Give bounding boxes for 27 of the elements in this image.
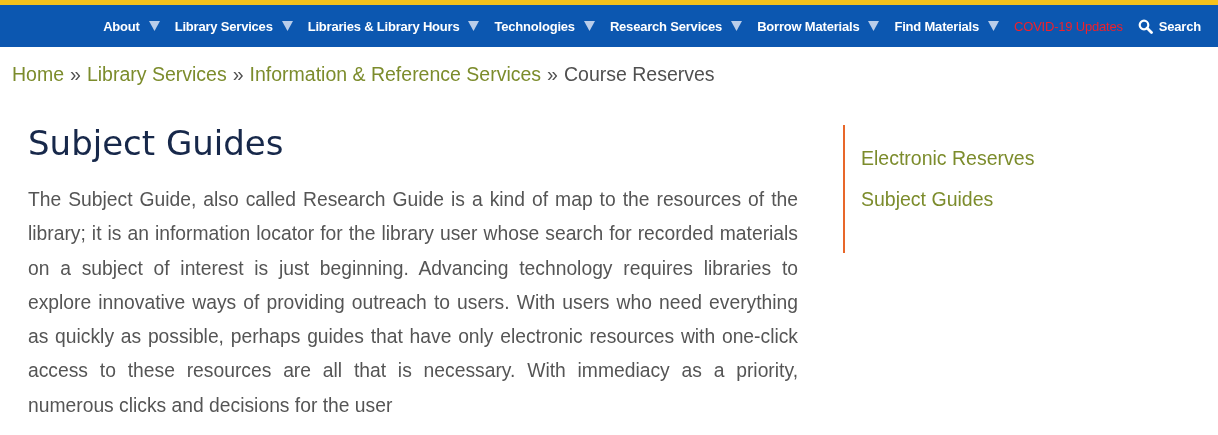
- sidebar-link[interactable]: Electronic Reserves: [861, 143, 1035, 174]
- caret-icon: [868, 21, 880, 31]
- nav-menu-item[interactable]: Technologies: [486, 15, 602, 37]
- breadcrumb-link[interactable]: Home: [12, 63, 65, 86]
- nav-menu-item[interactable]: Research Services: [601, 15, 750, 37]
- breadcrumb-link[interactable]: Library Services: [86, 63, 227, 86]
- breadcrumb-current: Course Reserves: [563, 63, 715, 86]
- page-heading: Subject Guides: [28, 122, 285, 165]
- caret-icon: [148, 21, 160, 31]
- nav-menu-item[interactable]: Libraries & Library Hours: [299, 15, 487, 37]
- nav-menu-item[interactable]: Library Services: [166, 15, 300, 37]
- caret-icon: [281, 21, 293, 31]
- breadcrumb-separator: »: [547, 63, 558, 86]
- nav-menu-item[interactable]: About: [95, 15, 167, 37]
- breadcrumb-separator: »: [232, 63, 244, 86]
- sidebar-link[interactable]: Subject Guides: [861, 184, 1035, 215]
- nav-menu-item[interactable]: Borrow Materials: [749, 15, 887, 37]
- nav-menu-item[interactable]: Find Materials: [886, 15, 1007, 37]
- breadcrumb-link[interactable]: Information & Reference Services: [249, 63, 542, 86]
- breadcrumb-separator: »: [70, 63, 81, 86]
- caret-icon: [468, 21, 480, 31]
- caret-icon: [988, 21, 1000, 31]
- search-link[interactable]: Search: [1129, 15, 1208, 37]
- body-paragraph: The Subject Guide, also called Research Guide is a kind of map to the resources of the library; it is an information locator for the library user whose search for recorded materials on a subject of interest is just beginning. Advancing technology requires libraries to explore innovative ways of providing outreach to users. With users who need everything as quickly as possible, perhaps guides that have only electronic resources with one-click access to these resources are all that is necessary. With immediacy as a priority, numerous clicks and decisions for the user: [28, 188, 798, 418]
- caret-icon: [731, 21, 743, 31]
- search-icon: [1137, 18, 1153, 34]
- caret-icon: [583, 21, 595, 31]
